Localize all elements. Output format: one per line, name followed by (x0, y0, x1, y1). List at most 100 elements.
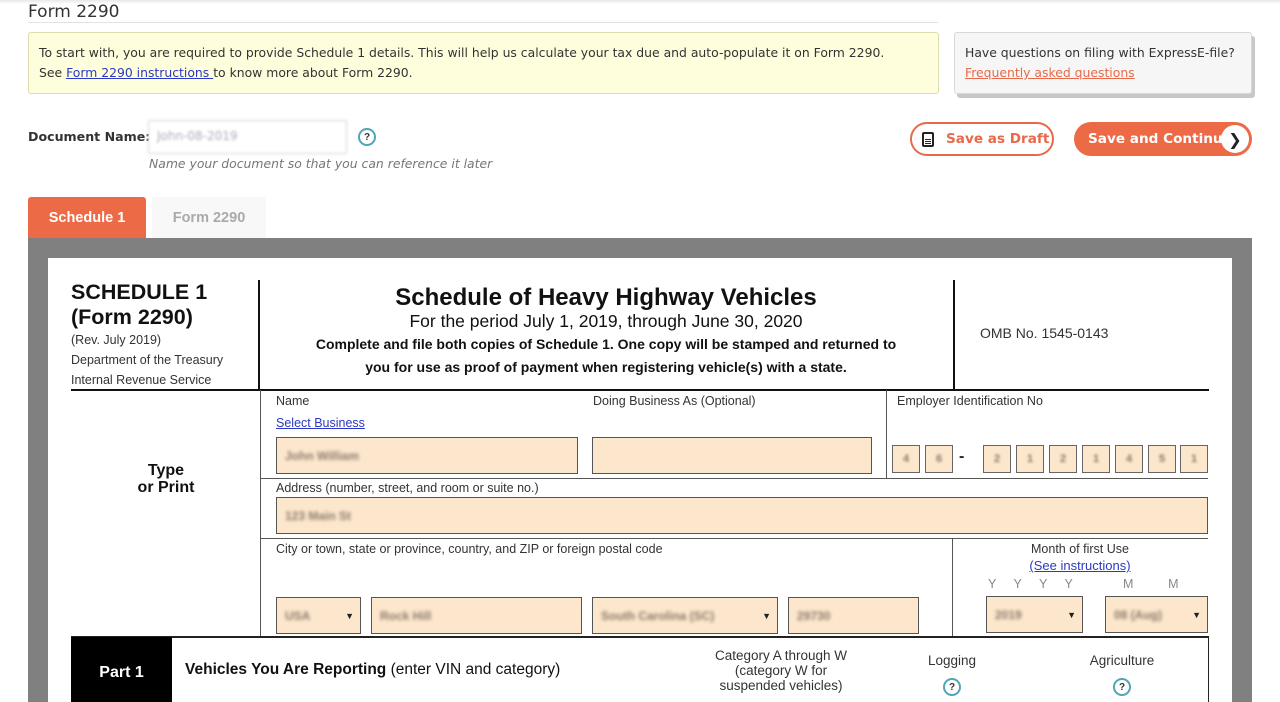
chevron-right-icon: ❯ (1221, 125, 1249, 153)
month-hint: M M (1123, 577, 1179, 591)
document-name-input[interactable]: John-08-2019 (148, 120, 347, 154)
help-icon[interactable]: ? (1113, 678, 1131, 696)
title-divider (28, 22, 938, 23)
state-select[interactable]: South Carolina (SC) ▼ (592, 597, 778, 634)
logging-header: Logging (927, 653, 977, 668)
divider (260, 478, 1208, 479)
address-label: Address (number, street, and room or sui… (276, 481, 539, 495)
save-and-continue-label: Save and Continue (1088, 131, 1232, 147)
ein-digit-input[interactable]: 4 (1115, 445, 1143, 473)
form-id-line1: SCHEDULE 1 (71, 280, 208, 304)
tab-form-2290[interactable]: Form 2290 (152, 197, 266, 238)
part-1-title: Vehicles You Are Reporting (enter VIN an… (185, 661, 560, 679)
year-char: Y (988, 577, 997, 591)
faq-link[interactable]: Frequently asked questions (965, 65, 1135, 80)
ein-digit-input[interactable]: 1 (1016, 445, 1044, 473)
info-text-line2: See Form 2290 instructions to know more … (39, 63, 928, 83)
agency: Internal Revenue Service (71, 373, 212, 387)
ein-digit-input[interactable]: 2 (983, 445, 1011, 473)
name-input[interactable]: John William (276, 437, 578, 474)
form-id-line2: (Form 2290) (71, 305, 193, 329)
part-1-title-rest: (enter VIN and category) (386, 661, 561, 678)
month-char: M (1168, 577, 1179, 591)
ein-digit: 6 (935, 453, 943, 465)
divider (260, 538, 1208, 539)
ein-separator: - (959, 448, 965, 465)
divider (886, 390, 887, 478)
month-select[interactable]: 08 (Aug) ▼ (1105, 596, 1208, 633)
category-header-line: (category W for (734, 663, 828, 678)
schedule-1-form: SCHEDULE 1 (Form 2290) (Rev. July 2019) … (48, 258, 1232, 702)
see-instructions-link[interactable]: (See instructions) (952, 558, 1208, 573)
year-char: Y (1064, 577, 1073, 591)
info-prefix: See (39, 65, 67, 80)
type-or-print: Type or Print (71, 462, 261, 496)
ein-digit: 1 (1190, 453, 1198, 465)
month-char: M (1123, 577, 1134, 591)
ein-digit-input[interactable]: 5 (1148, 445, 1176, 473)
note-line2: you for use as proof of payment when reg… (365, 359, 847, 375)
or-print-label: or Print (137, 479, 195, 496)
help-icon[interactable]: ? (358, 128, 376, 146)
agriculture-header: Agriculture (1089, 653, 1155, 668)
month-first-use-label: Month of first Use (1031, 542, 1129, 556)
year-char: Y (1013, 577, 1022, 591)
name-value: John William (285, 448, 359, 463)
ein-digit: 4 (902, 453, 910, 465)
help-icon[interactable]: ? (943, 678, 961, 696)
faq-question: Have questions on filing with ExpressE-f… (965, 45, 1235, 60)
save-as-draft-label: Save as Draft (946, 131, 1050, 147)
ein-digit-input[interactable]: 4 (892, 445, 920, 473)
dropdown-arrow-icon: ▼ (345, 610, 354, 621)
zip-input[interactable]: 29730 (788, 597, 919, 634)
state-value: South Carolina (SC) (601, 608, 715, 623)
ein-digit-input[interactable]: 2 (1049, 445, 1077, 473)
schedule-title: Schedule of Heavy Highway Vehicles (395, 284, 817, 311)
ein-digit: 5 (1158, 453, 1166, 465)
schedule-period: For the period July 1, 2019, through Jun… (409, 311, 803, 331)
dba-input[interactable] (592, 437, 872, 474)
city-input[interactable]: Rock Hill (371, 597, 582, 634)
part-1-title-bold: Vehicles You Are Reporting (185, 661, 387, 678)
top-shadow (0, 0, 1280, 4)
ein-digit: 2 (1059, 453, 1067, 465)
divider (1208, 636, 1209, 702)
year-select[interactable]: 2019 ▼ (986, 596, 1083, 633)
city-value: Rock Hill (380, 608, 432, 623)
ein-digit: 4 (1125, 453, 1133, 465)
ein-digit: 1 (1026, 453, 1034, 465)
city-label: City or town, state or province, country… (276, 542, 663, 556)
document-icon (922, 131, 934, 147)
category-header-line: suspended vehicles) (719, 678, 843, 693)
ein-digit-input[interactable]: 6 (925, 445, 953, 473)
tab-schedule-1[interactable]: Schedule 1 (28, 197, 146, 238)
info-text-line1: To start with, you are required to provi… (39, 45, 885, 60)
save-as-draft-button[interactable]: Save as Draft (910, 122, 1054, 156)
divider (71, 389, 1209, 391)
ein-digit-input[interactable]: 1 (1082, 445, 1110, 473)
category-header-line: Category A through W (714, 648, 848, 663)
document-name-label: Document Name: (28, 129, 151, 144)
country-select[interactable]: USA ▼ (276, 597, 361, 634)
type-label: Type (147, 462, 185, 479)
dropdown-arrow-icon: ▼ (1067, 609, 1076, 620)
form-2290-instructions-link[interactable]: Form 2290 instructions (66, 65, 213, 80)
category-header: Category A through W (category W for sus… (696, 648, 866, 693)
zip-value: 29730 (797, 608, 831, 623)
select-business-link[interactable]: Select Business (276, 416, 365, 430)
save-and-continue-button[interactable]: Save and Continue ❯ (1074, 122, 1252, 156)
note-line1: Complete and file both copies of Schedul… (315, 336, 897, 352)
ein-digit-input[interactable]: 1 (1180, 445, 1208, 473)
divider (260, 390, 261, 638)
document-name-hint: Name your document so that you can refer… (149, 156, 493, 171)
faq-box: Have questions on filing with ExpressE-f… (954, 32, 1252, 94)
revision-date: (Rev. July 2019) (71, 333, 162, 347)
name-label: Name (276, 394, 310, 408)
ein-label: Employer Identification No (897, 394, 1043, 408)
address-input[interactable]: 123 Main St (276, 497, 1208, 534)
year-hint: Y Y Y Y (988, 577, 1073, 591)
part-1-label: Part 1 (71, 637, 172, 702)
dropdown-arrow-icon: ▼ (762, 610, 771, 621)
info-suffix: to know more about Form 2290. (213, 65, 413, 80)
form-id: SCHEDULE 1 (Form 2290) (71, 280, 207, 330)
